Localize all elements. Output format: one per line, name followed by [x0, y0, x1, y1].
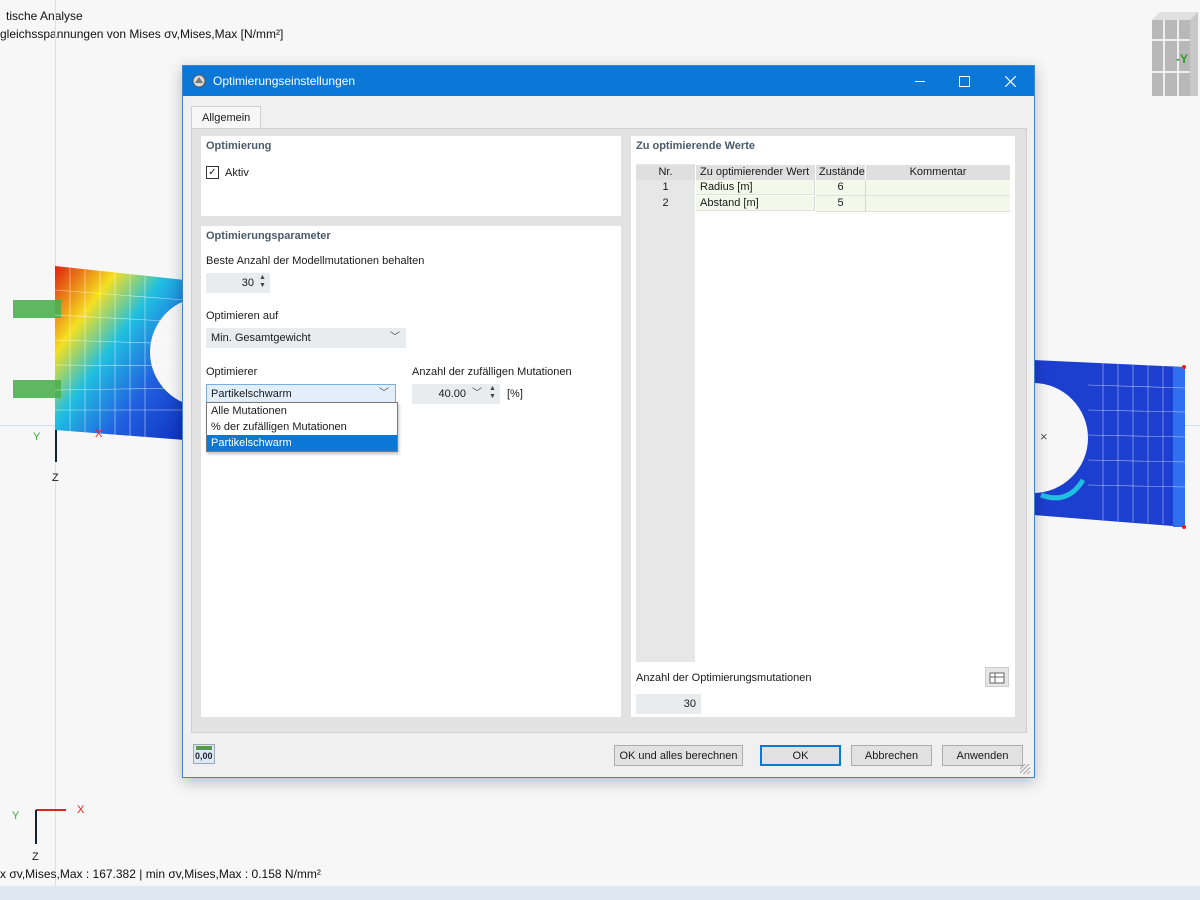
table-cell-comment[interactable] [866, 196, 1010, 212]
maximize-button[interactable] [941, 66, 987, 96]
parameters-panel: Optimierungsparameter [201, 226, 621, 717]
optimizer-option-random-percent[interactable]: % der zufälligen Mutationen [207, 419, 397, 435]
values-panel-title: Zu optimierende Werte [636, 140, 755, 152]
optimization-app-icon [192, 74, 206, 88]
keep-best-label: Beste Anzahl der Modellmutationen behalt… [206, 255, 425, 267]
apply-button[interactable]: Anwenden [942, 745, 1023, 766]
optimize-on-label: Optimieren auf [206, 310, 279, 322]
mutations-label: Anzahl der Optimierungsmutationen [636, 672, 812, 684]
row-number-column [636, 164, 695, 662]
viewport-title-line2: gleichsspannungen von Mises σv,Mises,Max… [0, 27, 284, 41]
spinner-arrows-icon[interactable]: ▲ ▼ [258, 274, 267, 290]
axis-z-arrow-top [55, 430, 57, 462]
axis-x-label-top: X [95, 428, 103, 440]
close-icon [1004, 75, 1016, 87]
decimal-places-icon [196, 746, 212, 750]
row-number[interactable]: 2 [636, 196, 695, 211]
mutations-count-field: 30 [636, 694, 701, 714]
table-cell-comment[interactable] [866, 180, 1010, 196]
axis-y-label-bottom: Y [12, 810, 20, 822]
view-cube[interactable]: -Y [1152, 10, 1198, 96]
dialog-title: Optimierungseinstellungen [213, 74, 356, 88]
optimizer-option-particle-swarm[interactable]: Partikelschwarm [207, 435, 397, 451]
table-cell-value[interactable]: Radius [m] [696, 180, 815, 195]
col-header-value[interactable]: Zu optimierender Wert [696, 165, 815, 180]
ok-and-calculate-button[interactable]: OK und alles berechnen [614, 745, 743, 766]
tab-allgemein[interactable]: Allgemein [191, 106, 262, 128]
random-mutations-label: Anzahl der zufälligen Mutationen [412, 366, 572, 378]
dialog-titlebar[interactable]: Optimierungseinstellungen [183, 66, 1034, 96]
minimize-button[interactable] [897, 66, 943, 96]
axis-z-arrow-bottom [35, 810, 37, 844]
center-marker-icon: × [1040, 429, 1048, 444]
axis-y-label-top: Y [33, 431, 41, 443]
table-cell-states[interactable]: 5 [816, 196, 866, 212]
status-bar [0, 886, 1200, 900]
viewport-status-line: x σv,Mises,Max : 167.382 | min σv,Mises,… [0, 867, 321, 881]
optimizer-label: Optimierer [206, 366, 258, 378]
optimization-panel: Optimierung [201, 136, 621, 216]
mutations-count-value: 30 [683, 698, 696, 710]
axis-x-arrow-bottom [36, 809, 66, 811]
keep-best-value: 30 [241, 277, 254, 289]
optimizer-value: Partikelschwarm [211, 388, 292, 400]
parameters-panel-title: Optimierungsparameter [206, 230, 331, 242]
row-number[interactable]: 1 [636, 180, 695, 195]
axis-z-label-bottom: Z [32, 851, 39, 863]
col-header-comment[interactable]: Kommentar [866, 165, 1010, 180]
optimizer-dropdown-list: Alle Mutationen % der zufälligen Mutatio… [206, 402, 398, 452]
table-edit-icon [989, 672, 1005, 684]
col-header-nr[interactable]: Nr. [636, 165, 695, 180]
optimize-on-value: Min. Gesamtgewicht [211, 332, 311, 344]
ok-button[interactable]: OK [760, 745, 841, 766]
resize-grip-icon[interactable] [1020, 764, 1030, 774]
cancel-button[interactable]: Abbrechen [851, 745, 932, 766]
chevron-down-icon: ﹀ [390, 332, 400, 343]
optimize-on-select[interactable]: Min. Gesamtgewicht ﹀ [206, 328, 406, 348]
axis-x-label-bottom: X [77, 804, 85, 816]
maximize-icon [958, 75, 970, 87]
random-mutations-unit: [%] [507, 388, 523, 400]
units-icon-text: 0,00 [195, 751, 213, 761]
table-settings-button[interactable] [985, 667, 1009, 687]
viewport-title-line1: tische Analyse [6, 9, 83, 23]
view-cube-label: -Y [1176, 52, 1188, 66]
chevron-down-icon: ﹀ [379, 388, 389, 399]
chevron-down-icon[interactable]: ﹀ [472, 384, 482, 404]
fem-model-left [13, 266, 185, 440]
optimization-panel-title: Optimierung [206, 140, 272, 152]
minimize-icon [915, 80, 925, 82]
close-button[interactable] [987, 66, 1033, 96]
units-button[interactable]: 0,00 [193, 744, 215, 764]
active-label: Aktiv [225, 167, 249, 179]
table-cell-states[interactable]: 6 [816, 180, 866, 196]
optimizer-select[interactable]: Partikelschwarm ﹀ [206, 384, 396, 404]
tab-strip: Allgemein [191, 106, 1026, 128]
optimizer-option-all[interactable]: Alle Mutationen [207, 403, 397, 419]
col-header-states[interactable]: Zustände [816, 165, 865, 180]
table-cell-value[interactable]: Abstand [m] [696, 196, 815, 211]
fem-model-right [1033, 360, 1186, 529]
active-checkbox[interactable]: ✓ [206, 166, 219, 179]
table-body [696, 211, 1010, 662]
random-mutations-spinner[interactable]: 40.00 ﹀ ▲ ▼ [412, 384, 500, 404]
spinner-arrows-icon[interactable]: ▲ ▼ [488, 385, 497, 401]
keep-best-spinner[interactable]: 30 ▲ ▼ [206, 273, 270, 293]
axis-z-label-top: Z [52, 472, 59, 484]
random-mutations-value: 40.00 [438, 388, 466, 400]
